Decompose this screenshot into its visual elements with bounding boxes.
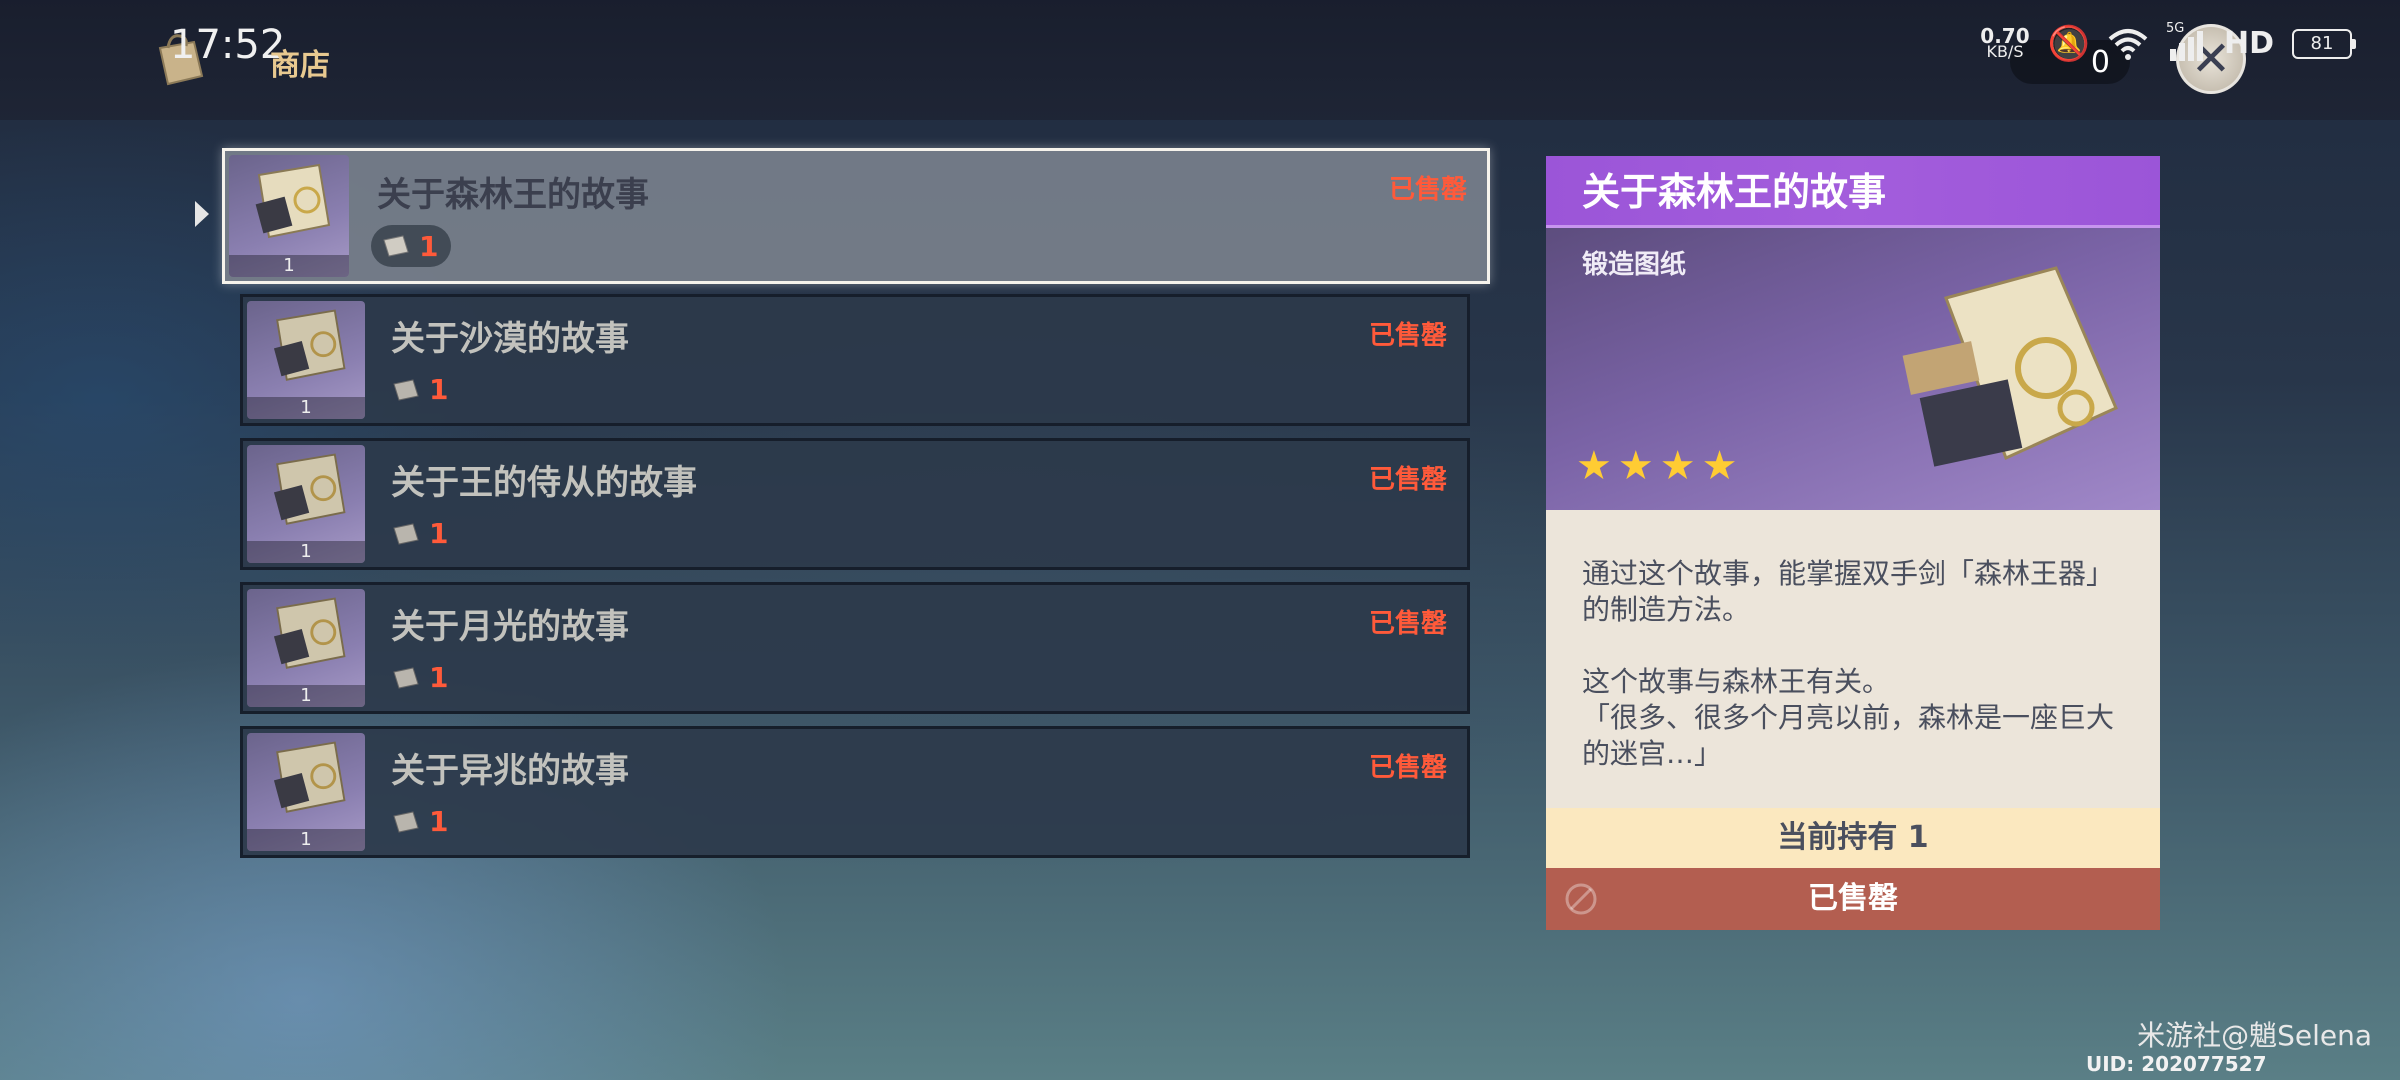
soldout-label: 已售罄	[1368, 753, 1447, 783]
shop-item-row[interactable]: 1 关于沙漠的故事 已售罄 1	[240, 294, 1470, 426]
item-detail-panel: 关于森林王的故事 锻造图纸 ★ ★ ★ ★ 通过这个故事，能掌握双手剑「森林王器…	[1546, 156, 2160, 930]
wifi-icon	[2108, 28, 2148, 60]
cost-value: 1	[429, 517, 449, 550]
rarity-stars: ★ ★ ★ ★	[1576, 446, 1737, 486]
cost-value: 1	[429, 373, 449, 406]
star-icon: ★	[1659, 443, 1696, 489]
item-cost: 1	[391, 805, 448, 838]
material-ticket-icon	[393, 522, 419, 545]
cost-value: 1	[429, 805, 449, 838]
mute-bell-icon: 🔕	[2047, 23, 2090, 64]
soldout-label: 已售罄	[1388, 175, 1467, 205]
material-ticket-icon	[393, 810, 419, 833]
blueprint-illustration-icon	[1902, 266, 2118, 467]
network-speed: 0.70 KB/S	[1980, 26, 2029, 61]
prohibited-icon	[1565, 883, 1597, 915]
blueprint-thumbnail: 1	[247, 589, 365, 707]
owned-count: 1	[247, 397, 365, 419]
item-name: 关于森林王的故事	[377, 175, 649, 215]
soldout-label: 已售罄	[1368, 609, 1447, 639]
material-ticket-icon	[383, 235, 409, 257]
material-ticket-icon	[393, 378, 419, 401]
player-uid: UID: 202077527	[2086, 1052, 2267, 1076]
blueprint-thumbnail: 1	[229, 155, 349, 277]
soldout-button-label: 已售罄	[1808, 881, 1898, 916]
material-ticket-icon	[393, 666, 419, 689]
item-name: 关于沙漠的故事	[391, 319, 629, 359]
item-description: 通过这个故事，能掌握双手剑「森林王器」的制造方法。 这个故事与森林王有关。 「很…	[1546, 510, 2160, 808]
soldout-label: 已售罄	[1368, 321, 1447, 351]
detail-artwork: 锻造图纸 ★ ★ ★ ★	[1546, 228, 2160, 514]
selection-arrow-icon	[195, 201, 209, 227]
clock: 17:52	[170, 22, 286, 68]
blueprint-thumbnail: 1	[247, 733, 365, 851]
star-icon: ★	[1701, 443, 1738, 489]
item-name: 关于异兆的故事	[391, 751, 629, 791]
detail-title: 关于森林王的故事	[1546, 156, 2160, 228]
battery-icon: 81	[2292, 28, 2356, 59]
item-name: 关于月光的故事	[391, 607, 629, 647]
cellular-signal-icon: 5G	[2166, 21, 2206, 61]
blueprint-icon	[273, 741, 346, 813]
shop-item-row[interactable]: 1 关于森林王的故事 已售罄 1	[195, 148, 1490, 284]
page-title: 商店	[270, 48, 330, 83]
system-status-bar: 0.70 KB/S 🔕 5G HD 81	[1980, 21, 2356, 64]
shop-item-row[interactable]: 1 关于月光的故事 已售罄 1	[240, 582, 1470, 714]
shop-item-row[interactable]: 1 关于异兆的故事 已售罄 1	[240, 726, 1470, 858]
owned-count: 1	[247, 829, 365, 851]
currently-held: 当前持有 1	[1546, 808, 2160, 868]
blueprint-thumbnail: 1	[247, 445, 365, 563]
battery-level: 81	[2310, 33, 2334, 54]
watermark: 米游社@魈Selena	[2137, 1019, 2372, 1052]
item-name: 关于王的侍从的故事	[391, 463, 697, 503]
hd-indicator: HD	[2223, 26, 2274, 61]
item-cost: 1	[371, 225, 451, 267]
blueprint-icon	[255, 163, 331, 239]
top-bar: 17:52 商店 0 ✕ 0.70 KB/S 🔕 5G HD 81	[0, 0, 2400, 120]
description-line: 这个故事与森林王有关。	[1582, 665, 1891, 698]
item-cost: 1	[391, 661, 448, 694]
blueprint-icon	[273, 597, 346, 669]
blueprint-thumbnail: 1	[247, 301, 365, 419]
blueprint-icon	[273, 453, 346, 525]
cost-value: 1	[429, 661, 449, 694]
owned-count: 1	[229, 255, 349, 277]
star-icon: ★	[1617, 443, 1654, 489]
network-speed-unit: KB/S	[1986, 41, 2024, 61]
description-paragraph: 通过这个故事，能掌握双手剑「森林王器」的制造方法。	[1582, 557, 2115, 626]
owned-count: 1	[247, 541, 365, 563]
item-cost: 1	[391, 517, 448, 550]
item-cost: 1	[391, 373, 448, 406]
star-icon: ★	[1576, 443, 1612, 489]
soldout-label: 已售罄	[1368, 465, 1447, 495]
blueprint-icon	[273, 309, 346, 381]
shop-item-row[interactable]: 1 关于王的侍从的故事 已售罄 1	[240, 438, 1470, 570]
cost-value: 1	[419, 229, 439, 263]
soldout-button[interactable]: 已售罄	[1546, 868, 2160, 930]
owned-count: 1	[247, 685, 365, 707]
item-type: 锻造图纸	[1582, 250, 1687, 280]
description-quote: 「很多、很多个月亮以前，森林是一座巨大的迷宫…」	[1582, 701, 2115, 770]
